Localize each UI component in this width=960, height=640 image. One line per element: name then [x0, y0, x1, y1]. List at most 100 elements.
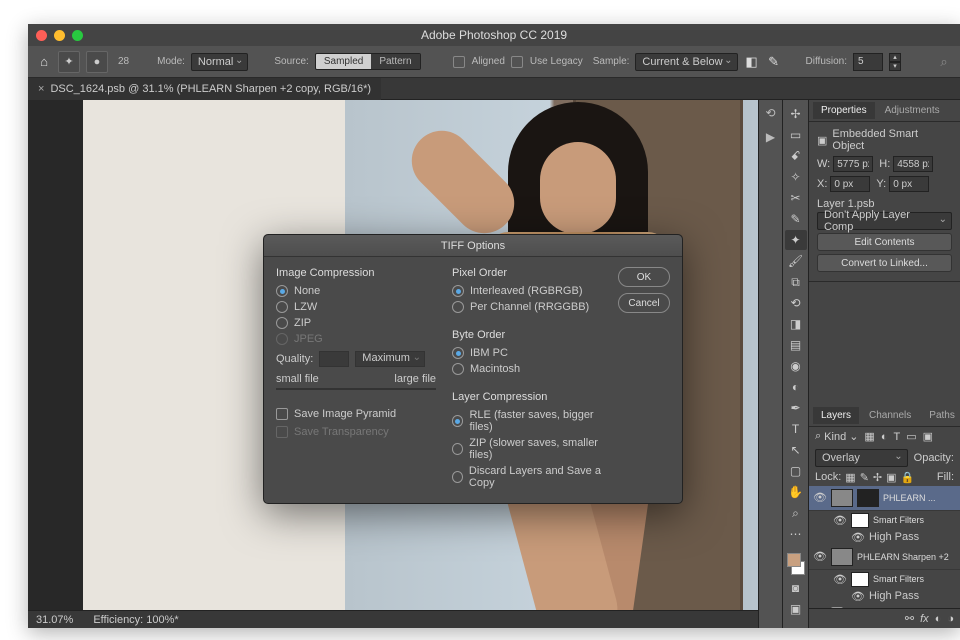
- ok-button[interactable]: OK: [618, 267, 670, 287]
- tab-channels[interactable]: Channels: [861, 407, 919, 424]
- pressure-icon[interactable]: ✎: [766, 54, 782, 70]
- play-icon[interactable]: ▶: [766, 130, 775, 144]
- dodge-tool[interactable]: ◐: [785, 377, 807, 397]
- move-tool[interactable]: ✢: [785, 104, 807, 124]
- visibility-icon[interactable]: 👁: [833, 573, 847, 586]
- marquee-tool[interactable]: ▭: [785, 125, 807, 145]
- radio-none[interactable]: None: [276, 285, 436, 297]
- tab-properties[interactable]: Properties: [813, 102, 875, 119]
- filter-adj-icon[interactable]: ◐: [881, 431, 888, 443]
- zoom-tool[interactable]: ⌕: [785, 503, 807, 523]
- layer-item[interactable]: 👁 PHLEARN Sharpen +2: [809, 545, 960, 570]
- blur-tool[interactable]: ◉: [785, 356, 807, 376]
- source-segmented[interactable]: Sampled Pattern: [315, 53, 421, 70]
- visibility-icon[interactable]: 👁: [833, 514, 847, 527]
- hand-tool[interactable]: ✋: [785, 482, 807, 502]
- radio-rle[interactable]: RLE (faster saves, bigger files): [452, 409, 612, 433]
- lock-artboard-icon[interactable]: ▣: [886, 471, 896, 484]
- blend-mode-select[interactable]: Overlay: [815, 449, 908, 467]
- source-sampled[interactable]: Sampled: [316, 54, 371, 69]
- tab-paths[interactable]: Paths: [921, 407, 960, 424]
- edit-contents-button[interactable]: Edit Contents: [817, 233, 952, 251]
- crop-tool[interactable]: ✂: [785, 188, 807, 208]
- filter-type-icon[interactable]: T: [893, 431, 900, 443]
- radio-interleaved[interactable]: Interleaved (RGBRGB): [452, 285, 612, 297]
- radio-macintosh[interactable]: Macintosh: [452, 363, 612, 375]
- healing-brush-tool[interactable]: ✦: [785, 230, 807, 250]
- sample-select[interactable]: Current & Below: [635, 53, 737, 71]
- edit-toolbar[interactable]: ⋯: [785, 524, 807, 544]
- height-field[interactable]: H:: [879, 156, 933, 172]
- tiff-options-dialog[interactable]: TIFF Options Image Compression None LZW …: [263, 234, 683, 504]
- link-layers-icon[interactable]: ⚯: [905, 612, 914, 625]
- layer-item[interactable]: 👁 PHLEARN ...: [809, 486, 960, 511]
- smart-filters-row[interactable]: 👁 Smart Filters: [809, 511, 960, 530]
- legacy-checkbox[interactable]: Use Legacy: [511, 56, 583, 68]
- mode-select[interactable]: Normal: [191, 53, 248, 71]
- lasso-tool[interactable]: ꗃ: [785, 146, 807, 166]
- tab-layers[interactable]: Layers: [813, 407, 859, 424]
- aligned-checkbox[interactable]: Aligned: [453, 56, 505, 68]
- smart-filters-row[interactable]: 👁 Smart Filters: [809, 570, 960, 589]
- visibility-icon[interactable]: 👁: [813, 491, 827, 504]
- foreground-color[interactable]: [787, 553, 801, 567]
- visibility-icon[interactable]: 👁: [813, 550, 827, 563]
- radio-lzw[interactable]: LZW: [276, 301, 436, 313]
- lock-pixels-icon[interactable]: ▦: [845, 471, 855, 484]
- eraser-tool[interactable]: ◨: [785, 314, 807, 334]
- filter-shape-icon[interactable]: ▭: [906, 430, 916, 443]
- eyedropper-tool[interactable]: ✎: [785, 209, 807, 229]
- smart-object-icon: ▣: [817, 134, 827, 147]
- lock-all-icon[interactable]: 🔒: [901, 471, 915, 484]
- quick-mask-tool[interactable]: ◙: [785, 578, 807, 598]
- smart-object-label: Embedded Smart Object: [832, 128, 952, 152]
- brush-preset-picker[interactable]: ●: [86, 51, 108, 73]
- lock-brush-icon[interactable]: ✎: [860, 471, 869, 484]
- width-field[interactable]: W:: [817, 156, 873, 172]
- path-selection-tool[interactable]: ↖: [785, 440, 807, 460]
- clone-stamp-tool[interactable]: ⧉: [785, 272, 807, 292]
- diffusion-value[interactable]: 5: [853, 53, 883, 71]
- history-brush-tool[interactable]: ⟲: [785, 293, 807, 313]
- zoom-level[interactable]: 31.07%: [36, 614, 73, 626]
- radio-zip[interactable]: ZIP: [276, 317, 436, 329]
- toolbar: ✢ ▭ ꗃ ✧ ✂ ✎ ✦ 🖌 ⧉ ⟲ ◨ ▤ ◉ ◐ ✒ T ↖ ▢ ✋ ⌕ …: [782, 100, 808, 628]
- lock-position-icon[interactable]: ✢: [873, 471, 882, 484]
- filter-pixel-icon[interactable]: ▦: [864, 430, 874, 443]
- x-field[interactable]: X:: [817, 176, 870, 192]
- cancel-button[interactable]: Cancel: [618, 293, 670, 313]
- radio-discard[interactable]: Discard Layers and Save a Copy: [452, 465, 612, 489]
- filter-highpass[interactable]: 👁High Pass: [809, 530, 960, 545]
- home-icon[interactable]: ⌂: [36, 54, 52, 70]
- convert-linked-button[interactable]: Convert to Linked...: [817, 254, 952, 272]
- close-tab-icon[interactable]: ×: [38, 83, 44, 95]
- search-icon[interactable]: ⌕: [936, 54, 952, 70]
- adjustment-icon[interactable]: ◑: [947, 613, 954, 625]
- source-pattern[interactable]: Pattern: [371, 54, 419, 69]
- diffusion-stepper[interactable]: ▴▾: [889, 53, 901, 71]
- filter-smart-icon[interactable]: ▣: [923, 430, 933, 443]
- magic-wand-tool[interactable]: ✧: [785, 167, 807, 187]
- brush-tool[interactable]: 🖌: [785, 251, 807, 271]
- y-field[interactable]: Y:: [876, 176, 929, 192]
- type-tool[interactable]: T: [785, 419, 807, 439]
- radio-perchannel[interactable]: Per Channel (RRGGBB): [452, 301, 612, 313]
- rectangle-tool[interactable]: ▢: [785, 461, 807, 481]
- ignore-adj-icon[interactable]: ◧: [744, 54, 760, 70]
- pen-tool[interactable]: ✒: [785, 398, 807, 418]
- filter-highpass[interactable]: 👁High Pass: [809, 589, 960, 604]
- history-icon[interactable]: ⟲: [765, 106, 775, 120]
- save-pyramid-checkbox[interactable]: Save Image Pyramid: [276, 408, 436, 420]
- radio-zip-layers[interactable]: ZIP (slower saves, smaller files): [452, 437, 612, 461]
- screen-mode-tool[interactable]: ▣: [785, 599, 807, 619]
- gradient-tool[interactable]: ▤: [785, 335, 807, 355]
- color-swatches[interactable]: [785, 551, 807, 577]
- blend-mode-row: Overlay Opacity:: [809, 447, 960, 469]
- fx-icon[interactable]: fx: [920, 613, 929, 625]
- tool-preset-picker[interactable]: ✦: [58, 51, 80, 73]
- layer-comp-select[interactable]: Don't Apply Layer Comp: [817, 212, 952, 230]
- mask-icon[interactable]: ◐: [935, 613, 942, 625]
- document-tab[interactable]: × DSC_1624.psb @ 31.1% (PHLEARN Sharpen …: [28, 78, 381, 100]
- radio-ibmpc[interactable]: IBM PC: [452, 347, 612, 359]
- tab-adjustments[interactable]: Adjustments: [877, 102, 948, 119]
